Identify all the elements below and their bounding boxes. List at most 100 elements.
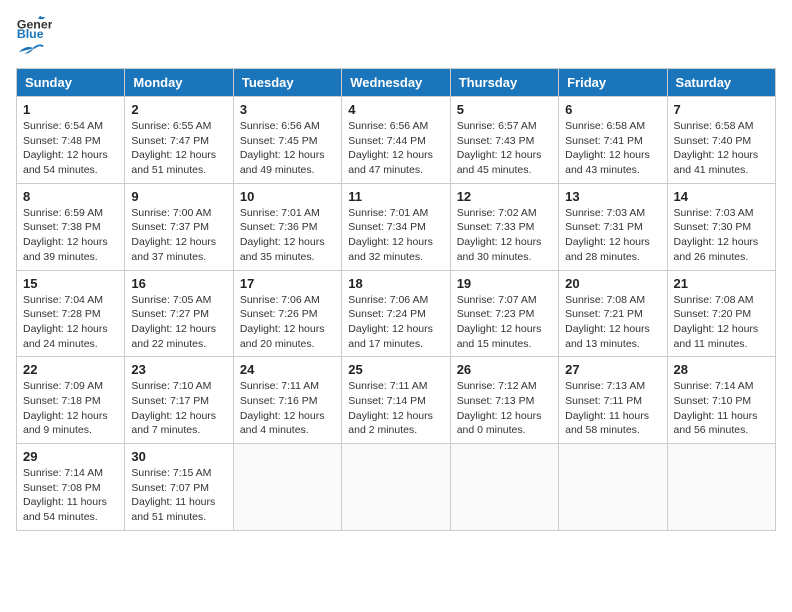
- calendar-day-28: 28 Sunrise: 7:14 AM Sunset: 7:10 PM Dayli…: [667, 357, 775, 444]
- calendar-day-1: 1Sunrise: 6:54 AM Sunset: 7:48 PM Daylig…: [17, 97, 125, 184]
- calendar-week-1: 1Sunrise: 6:54 AM Sunset: 7:48 PM Daylig…: [17, 97, 776, 184]
- calendar-col-friday: Friday: [559, 69, 667, 97]
- calendar-empty: [233, 444, 341, 531]
- day-number: 25: [348, 362, 443, 377]
- day-number: 15: [23, 276, 118, 291]
- day-number: 11: [348, 189, 443, 204]
- day-info: Sunrise: 7:01 AM Sunset: 7:36 PM Dayligh…: [240, 206, 335, 265]
- calendar-day-30: 30 Sunrise: 7:15 AM Sunset: 7:07 PM Dayli…: [125, 444, 233, 531]
- calendar-day-15: 15 Sunrise: 7:04 AM Sunset: 7:28 PM Dayli…: [17, 270, 125, 357]
- day-info: Sunrise: 7:03 AM Sunset: 7:31 PM Dayligh…: [565, 206, 660, 265]
- calendar-day-20: 20 Sunrise: 7:08 AM Sunset: 7:21 PM Dayli…: [559, 270, 667, 357]
- day-number: 24: [240, 362, 335, 377]
- calendar-empty: [667, 444, 775, 531]
- calendar-day-14: 14 Sunrise: 7:03 AM Sunset: 7:30 PM Dayli…: [667, 183, 775, 270]
- calendar-day-19: 19 Sunrise: 7:07 AM Sunset: 7:23 PM Dayli…: [450, 270, 558, 357]
- day-info: Sunrise: 7:06 AM Sunset: 7:26 PM Dayligh…: [240, 293, 335, 352]
- day-number: 18: [348, 276, 443, 291]
- calendar-day-6: 6 Sunrise: 6:58 AM Sunset: 7:41 PM Daylig…: [559, 97, 667, 184]
- day-number: 20: [565, 276, 660, 291]
- day-number: 8: [23, 189, 118, 204]
- calendar-day-11: 11Sunrise: 7:01 AM Sunset: 7:34 PM Dayli…: [342, 183, 450, 270]
- day-info: Sunrise: 7:06 AM Sunset: 7:24 PM Dayligh…: [348, 293, 443, 352]
- calendar-day-16: 16Sunrise: 7:05 AM Sunset: 7:27 PM Dayli…: [125, 270, 233, 357]
- calendar-day-3: 3 Sunrise: 6:56 AM Sunset: 7:45 PM Daylig…: [233, 97, 341, 184]
- day-number: 2: [131, 102, 226, 117]
- svg-text:Blue: Blue: [17, 27, 44, 40]
- calendar-day-5: 5 Sunrise: 6:57 AM Sunset: 7:43 PM Daylig…: [450, 97, 558, 184]
- day-info: Sunrise: 7:12 AM Sunset: 7:13 PM Dayligh…: [457, 379, 552, 438]
- logo: General Blue: [16, 16, 52, 58]
- calendar-day-10: 10 Sunrise: 7:01 AM Sunset: 7:36 PM Dayli…: [233, 183, 341, 270]
- day-number: 4: [348, 102, 443, 117]
- day-info: Sunrise: 6:57 AM Sunset: 7:43 PM Dayligh…: [457, 119, 552, 178]
- day-info: Sunrise: 6:58 AM Sunset: 7:40 PM Dayligh…: [674, 119, 769, 178]
- calendar-day-26: 26 Sunrise: 7:12 AM Sunset: 7:13 PM Dayli…: [450, 357, 558, 444]
- calendar-week-2: 8 Sunrise: 6:59 AM Sunset: 7:38 PM Daylig…: [17, 183, 776, 270]
- calendar-day-4: 4 Sunrise: 6:56 AM Sunset: 7:44 PM Daylig…: [342, 97, 450, 184]
- calendar-col-thursday: Thursday: [450, 69, 558, 97]
- calendar-day-21: 21Sunrise: 7:08 AM Sunset: 7:20 PM Dayli…: [667, 270, 775, 357]
- day-info: Sunrise: 7:13 AM Sunset: 7:11 PM Dayligh…: [565, 379, 660, 438]
- day-number: 28: [674, 362, 769, 377]
- day-number: 17: [240, 276, 335, 291]
- calendar-header-row: SundayMondayTuesdayWednesdayThursdayFrid…: [17, 69, 776, 97]
- day-number: 22: [23, 362, 118, 377]
- page-header: General Blue: [16, 16, 776, 58]
- day-number: 7: [674, 102, 769, 117]
- day-number: 26: [457, 362, 552, 377]
- calendar-col-saturday: Saturday: [667, 69, 775, 97]
- day-info: Sunrise: 6:59 AM Sunset: 7:38 PM Dayligh…: [23, 206, 118, 265]
- calendar-week-5: 29 Sunrise: 7:14 AM Sunset: 7:08 PM Dayli…: [17, 444, 776, 531]
- day-info: Sunrise: 7:09 AM Sunset: 7:18 PM Dayligh…: [23, 379, 118, 438]
- day-number: 3: [240, 102, 335, 117]
- calendar-day-24: 24 Sunrise: 7:11 AM Sunset: 7:16 PM Dayli…: [233, 357, 341, 444]
- day-number: 27: [565, 362, 660, 377]
- day-number: 19: [457, 276, 552, 291]
- day-info: Sunrise: 7:07 AM Sunset: 7:23 PM Dayligh…: [457, 293, 552, 352]
- day-info: Sunrise: 6:56 AM Sunset: 7:45 PM Dayligh…: [240, 119, 335, 178]
- calendar-day-22: 22 Sunrise: 7:09 AM Sunset: 7:18 PM Dayli…: [17, 357, 125, 444]
- calendar-day-9: 9 Sunrise: 7:00 AM Sunset: 7:37 PM Daylig…: [125, 183, 233, 270]
- calendar-day-8: 8 Sunrise: 6:59 AM Sunset: 7:38 PM Daylig…: [17, 183, 125, 270]
- day-number: 23: [131, 362, 226, 377]
- day-info: Sunrise: 6:56 AM Sunset: 7:44 PM Dayligh…: [348, 119, 443, 178]
- day-info: Sunrise: 7:15 AM Sunset: 7:07 PM Dayligh…: [131, 466, 226, 525]
- day-info: Sunrise: 7:02 AM Sunset: 7:33 PM Dayligh…: [457, 206, 552, 265]
- day-number: 5: [457, 102, 552, 117]
- calendar-empty: [450, 444, 558, 531]
- logo-bird-icon: General Blue: [16, 16, 52, 40]
- day-info: Sunrise: 7:11 AM Sunset: 7:16 PM Dayligh…: [240, 379, 335, 438]
- calendar-day-7: 7 Sunrise: 6:58 AM Sunset: 7:40 PM Daylig…: [667, 97, 775, 184]
- calendar-empty: [559, 444, 667, 531]
- day-number: 30: [131, 449, 226, 464]
- calendar-day-17: 17 Sunrise: 7:06 AM Sunset: 7:26 PM Dayli…: [233, 270, 341, 357]
- logo-bird-svg: [17, 42, 45, 62]
- calendar-day-2: 2 Sunrise: 6:55 AM Sunset: 7:47 PM Daylig…: [125, 97, 233, 184]
- day-info: Sunrise: 7:14 AM Sunset: 7:08 PM Dayligh…: [23, 466, 118, 525]
- day-number: 13: [565, 189, 660, 204]
- calendar-day-29: 29 Sunrise: 7:14 AM Sunset: 7:08 PM Dayli…: [17, 444, 125, 531]
- day-number: 10: [240, 189, 335, 204]
- day-info: Sunrise: 7:03 AM Sunset: 7:30 PM Dayligh…: [674, 206, 769, 265]
- day-info: Sunrise: 7:00 AM Sunset: 7:37 PM Dayligh…: [131, 206, 226, 265]
- day-number: 6: [565, 102, 660, 117]
- day-info: Sunrise: 6:58 AM Sunset: 7:41 PM Dayligh…: [565, 119, 660, 178]
- calendar-col-sunday: Sunday: [17, 69, 125, 97]
- calendar-day-18: 18 Sunrise: 7:06 AM Sunset: 7:24 PM Dayli…: [342, 270, 450, 357]
- day-info: Sunrise: 7:14 AM Sunset: 7:10 PM Dayligh…: [674, 379, 769, 438]
- day-info: Sunrise: 7:08 AM Sunset: 7:20 PM Dayligh…: [674, 293, 769, 352]
- day-number: 9: [131, 189, 226, 204]
- day-info: Sunrise: 7:04 AM Sunset: 7:28 PM Dayligh…: [23, 293, 118, 352]
- day-number: 14: [674, 189, 769, 204]
- calendar-day-27: 27 Sunrise: 7:13 AM Sunset: 7:11 PM Dayli…: [559, 357, 667, 444]
- calendar-day-23: 23Sunrise: 7:10 AM Sunset: 7:17 PM Dayli…: [125, 357, 233, 444]
- day-number: 29: [23, 449, 118, 464]
- day-info: Sunrise: 7:08 AM Sunset: 7:21 PM Dayligh…: [565, 293, 660, 352]
- day-number: 12: [457, 189, 552, 204]
- calendar-week-3: 15 Sunrise: 7:04 AM Sunset: 7:28 PM Dayli…: [17, 270, 776, 357]
- calendar-col-monday: Monday: [125, 69, 233, 97]
- calendar-empty: [342, 444, 450, 531]
- calendar-col-wednesday: Wednesday: [342, 69, 450, 97]
- day-info: Sunrise: 6:55 AM Sunset: 7:47 PM Dayligh…: [131, 119, 226, 178]
